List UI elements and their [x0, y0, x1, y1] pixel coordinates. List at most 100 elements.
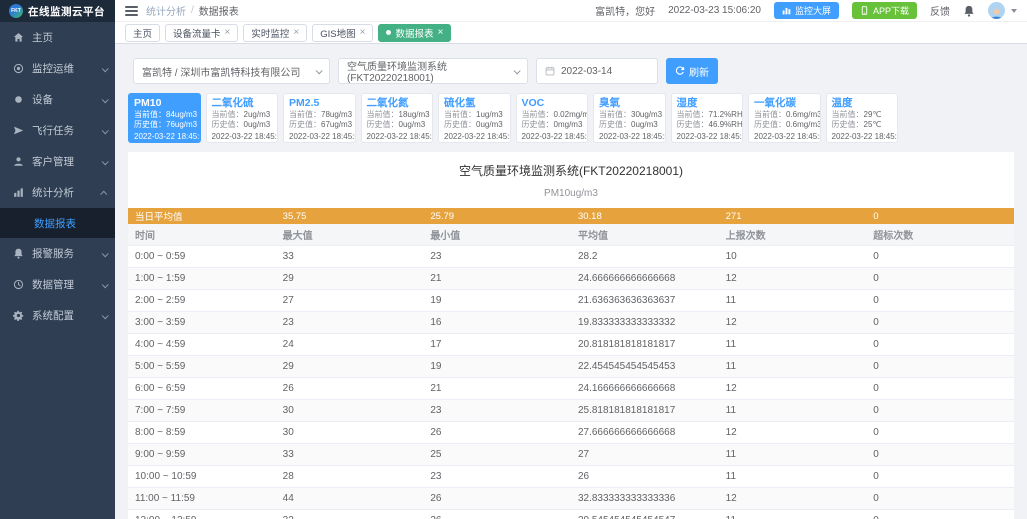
- metric-current-row: 当前值：30ug/m3: [599, 110, 660, 121]
- metric-card-二氧化硫[interactable]: 二氧化硫当前值：2ug/m3历史值：0ug/m32022-03-22 18:45…: [206, 93, 279, 143]
- tab-close-icon[interactable]: ×: [437, 28, 443, 38]
- table-cell: 27.666666666666668: [571, 421, 719, 443]
- gear-icon: [13, 310, 24, 321]
- metric-card-timestamp: 2022-03-22 18:45:53: [677, 132, 738, 141]
- metric-card-VOC[interactable]: VOC当前值：0.02mg/m3历史值：0mg/m32022-03-22 18:…: [516, 93, 589, 143]
- metric-history-label: 历史值：: [754, 120, 786, 129]
- table-cell: 0: [866, 245, 1014, 267]
- table-cell: 1:00 ~ 1:59: [128, 267, 276, 289]
- metric-card-timestamp: 2022-03-22 18:45:53: [444, 132, 505, 141]
- tab-data-report[interactable]: 数据报表×: [378, 24, 451, 42]
- sidebar-item-home[interactable]: 主页: [0, 22, 115, 53]
- metric-history-label: 历史值：: [677, 120, 709, 129]
- table-cell: 7:00 ~ 7:59: [128, 399, 276, 421]
- company-select[interactable]: 富凯特 / 深圳市富凯特科技有限公司: [133, 58, 330, 84]
- table-cell: 0: [866, 509, 1014, 519]
- sidebar-item-flight-tasks[interactable]: 飞行任务: [0, 115, 115, 146]
- sidebar-subitem-data-report[interactable]: 数据报表: [0, 208, 115, 238]
- metric-current-row: 当前值：18ug/m3: [367, 110, 428, 121]
- metric-current-label: 当前值：: [134, 110, 166, 119]
- metric-history-label: 历史值：: [289, 120, 321, 129]
- app-download-button[interactable]: APP下载: [852, 2, 917, 19]
- date-picker-input[interactable]: 2022-03-14: [536, 58, 658, 84]
- summary-cell: 0: [866, 208, 1014, 224]
- sidebar-item-statistics[interactable]: 统计分析: [0, 177, 115, 208]
- metric-history-row: 历史值：0mg/m3: [522, 120, 583, 131]
- metric-card-PM10[interactable]: PM10当前值：84ug/m3历史值：76ug/m32022-03-22 18:…: [128, 93, 201, 143]
- table-cell: 16: [423, 311, 571, 333]
- tab-gis-map[interactable]: GIS地图×: [312, 24, 373, 42]
- metric-current-label: 当前值：: [832, 110, 864, 119]
- notification-bell-icon[interactable]: [963, 5, 975, 17]
- metric-current-label: 当前值：: [677, 110, 709, 119]
- column-header: 平均值: [571, 224, 719, 245]
- table-cell: 0: [866, 399, 1014, 421]
- sidebar-item-label: 数据管理: [32, 277, 74, 292]
- table-cell: 17: [423, 333, 571, 355]
- filter-toolbar: 富凯特 / 深圳市富凯特科技有限公司 空气质量环境监测系统(FKT2022021…: [133, 58, 1027, 84]
- metric-card-二氧化氮[interactable]: 二氧化氮当前值：18ug/m3历史值：0ug/m32022-03-22 18:4…: [361, 93, 434, 143]
- table-cell: 4:00 ~ 4:59: [128, 333, 276, 355]
- tab-realtime-monitor[interactable]: 实时监控×: [243, 24, 307, 42]
- user-greeting: 富凯特，您好: [595, 3, 655, 18]
- table-cell: 33: [276, 443, 424, 465]
- table-row: 9:00 ~ 9:59332527110: [128, 443, 1014, 465]
- refresh-button[interactable]: 刷新: [666, 58, 718, 84]
- metric-current-label: 当前值：: [444, 110, 476, 119]
- avatar-dropdown-caret-icon[interactable]: [1011, 9, 1017, 13]
- table-cell: 23: [276, 311, 424, 333]
- tab-home[interactable]: 主页: [125, 24, 160, 42]
- metric-card-臭氧[interactable]: 臭氧当前值：30ug/m3历史值：0ug/m32022-03-22 18:45:…: [593, 93, 666, 143]
- sidebar-item-customer-mgmt[interactable]: 客户管理: [0, 146, 115, 177]
- metric-card-湿度[interactable]: 湿度当前值：71.2%RH历史值：46.9%RH2022-03-22 18:45…: [671, 93, 744, 143]
- metric-history-label: 历史值：: [444, 120, 476, 129]
- clock-icon: [13, 279, 24, 290]
- tab-close-icon[interactable]: ×: [293, 28, 299, 38]
- home-icon: [13, 32, 24, 43]
- tab-close-icon[interactable]: ×: [360, 28, 366, 38]
- chevron-down-icon: [102, 279, 107, 291]
- device-select[interactable]: 空气质量环境监测系统(FKT20220218001): [338, 58, 528, 84]
- metric-history-label: 历史值：: [599, 120, 631, 129]
- table-cell: 12: [719, 377, 867, 399]
- table-cell: 8:00 ~ 8:59: [128, 421, 276, 443]
- metric-card-PM2.5[interactable]: PM2.5当前值：78ug/m3历史值：67ug/m32022-03-22 18…: [283, 93, 356, 143]
- table-cell: 29.545454545454547: [571, 509, 719, 519]
- metric-card-timestamp: 2022-03-22 18:45:53: [212, 132, 273, 141]
- table-cell: 27: [571, 443, 719, 465]
- monitor-screen-button[interactable]: 监控大屏: [774, 2, 839, 19]
- hamburger-menu-icon[interactable]: [125, 6, 138, 16]
- user-avatar[interactable]: [988, 2, 1005, 19]
- metric-history-value: 0ug/m3: [244, 120, 271, 129]
- metric-card-一氧化碳[interactable]: 一氧化碳当前值：0.6mg/m3历史值：0.6mg/m32022-03-22 1…: [748, 93, 821, 143]
- table-cell: 11: [719, 399, 867, 421]
- report-table: 当日平均值35.7525.7930.182710时间最大值最小值平均值上报次数超…: [128, 208, 1014, 519]
- feedback-link[interactable]: 反馈: [930, 3, 950, 18]
- table-cell: 27: [276, 289, 424, 311]
- sidebar-item-system-config[interactable]: 系统配置: [0, 300, 115, 331]
- metric-card-timestamp: 2022-03-22 18:45:53: [754, 132, 815, 141]
- table-row: 10:00 ~ 10:59282326110: [128, 465, 1014, 487]
- table-cell: 12:00 ~ 12:59: [128, 509, 276, 519]
- sidebar-item-devices[interactable]: 设备: [0, 84, 115, 115]
- metric-history-value: 76ug/m3: [166, 120, 197, 129]
- sidebar-item-alarm-service[interactable]: 报警服务: [0, 238, 115, 269]
- breadcrumb-stats[interactable]: 统计分析: [146, 3, 186, 18]
- metric-card-title: VOC: [522, 97, 583, 110]
- table-row: 5:00 ~ 5:59291922.454545454545453110: [128, 355, 1014, 377]
- metric-card-title: 一氧化碳: [754, 97, 815, 110]
- metric-current-value: 0.6mg/m3: [786, 110, 821, 119]
- metric-card-硫化氢[interactable]: 硫化氢当前值：1ug/m3历史值：0ug/m32022-03-22 18:45:…: [438, 93, 511, 143]
- metric-card-title: 硫化氢: [444, 97, 505, 110]
- table-cell: 21.636363636363637: [571, 289, 719, 311]
- tab-close-icon[interactable]: ×: [225, 28, 231, 38]
- sidebar-item-data-mgmt[interactable]: 数据管理: [0, 269, 115, 300]
- current-datetime: 2022-03-23 15:06:20: [668, 5, 761, 16]
- metric-card-温度[interactable]: 温度当前值：29℃历史值：25℃2022-03-22 18:45:53: [826, 93, 899, 143]
- table-cell: 24: [276, 333, 424, 355]
- metric-current-value: 0.02mg/m3: [554, 110, 589, 119]
- metric-current-label: 当前值：: [754, 110, 786, 119]
- metric-card-timestamp: 2022-03-22 18:45:53: [289, 132, 350, 141]
- sidebar-item-monitor-ops[interactable]: 监控运维: [0, 53, 115, 84]
- tab-device-sim[interactable]: 设备流量卡×: [165, 24, 238, 42]
